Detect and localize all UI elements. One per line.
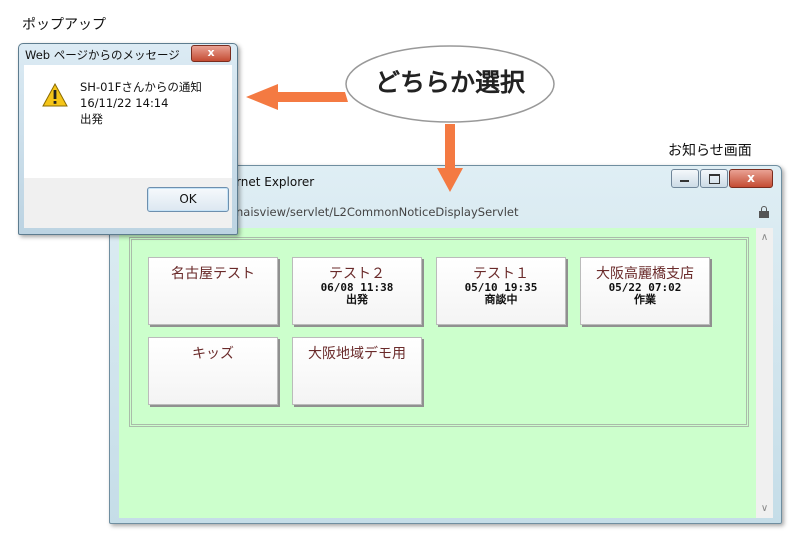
callout-text: どちらか選択 [374,68,525,97]
arrow-to-notice [437,124,463,192]
arrow-to-popup [246,84,348,110]
callout: どちらか選択 [345,48,555,126]
